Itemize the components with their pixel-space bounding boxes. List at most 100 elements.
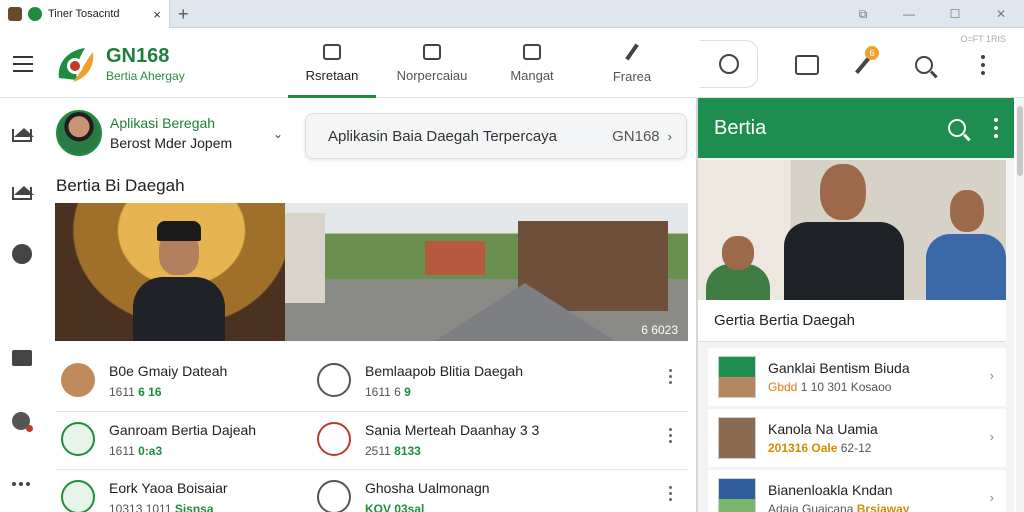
star-icon [317, 363, 351, 397]
news-list: B0e Gmaiy Dateah 1611 6 16 Bemlaapob Bli… [55, 353, 688, 512]
logo-mark-icon [28, 7, 42, 21]
search-bar[interactable]: Aplikasin Baia Daegah Terpercaya GN168 › [305, 113, 687, 159]
nav-label: Norpercaiau [396, 67, 468, 83]
rail-house-icon[interactable] [12, 180, 34, 200]
item-meta: 2511 8133 [365, 444, 421, 458]
more-button[interactable] [970, 52, 996, 78]
hero-code: 6 6023 [641, 323, 678, 337]
nav-item-home[interactable]: Rsretaan [282, 28, 382, 98]
tab-title: Tiner Tosacntd [48, 8, 120, 20]
corner-tag: O=FT 1RIS [960, 34, 1006, 44]
settings-button[interactable] [700, 40, 758, 88]
avatar-icon [61, 363, 95, 397]
restore-icon[interactable]: ⧉ [840, 0, 886, 28]
chevron-right-icon: › [989, 429, 994, 444]
edit-icon [423, 43, 441, 60]
app-header: GN168 Bertia Ahergay Rsretaan Norpercaia… [0, 28, 1024, 98]
chevron-right-icon: › [667, 128, 672, 144]
nav-item-messages[interactable]: Mangat [482, 28, 582, 98]
check-icon [61, 480, 95, 512]
rail-more-icon[interactable] [12, 474, 32, 494]
right-panel-header: Bertia [698, 98, 1014, 158]
list-item[interactable]: Bianenloakla Kndan Adaia Guaicana Brsjaw… [708, 470, 1006, 512]
featured-image [698, 160, 1006, 300]
list-row: Ganroam Bertia Dajeah 1611 0:a3 Sania Me… [55, 411, 688, 469]
maximize-icon[interactable]: ☐ [932, 0, 978, 28]
search-icon[interactable] [948, 119, 966, 137]
profile-block[interactable]: Aplikasi Beregah Berost Mder Jopem [56, 110, 232, 156]
browser-tab[interactable]: Tiner Tosacntd × [0, 0, 170, 28]
hero-banner[interactable]: 6 6023 [55, 203, 688, 341]
right-panel-title: Bertia [714, 116, 767, 139]
scrollbar[interactable] [1016, 98, 1024, 512]
list-item[interactable]: Ghosha Ualmonagn KOV 03sal [317, 480, 490, 512]
list-item[interactable]: B0e Gmaiy Dateah 1611 6 16 [61, 363, 227, 399]
nav-item-write[interactable]: Frarea [582, 28, 682, 98]
kebab-icon [981, 55, 985, 75]
chevron-right-icon: › [989, 368, 994, 383]
item-meta: 1611 0:a3 [109, 444, 163, 458]
nav-label: Frarea [612, 68, 652, 84]
list-item[interactable]: Kanola Na Uamia 201316 Oale 62-12 › [708, 409, 1006, 467]
list-item[interactable]: Ganklai Bentism Biuda Gbdd 1 10 301 Kosa… [708, 348, 1006, 406]
list-item[interactable]: Bemlaapob Blitia Daegah 1611 6 9 [317, 363, 523, 399]
profile-subtitle: Berost Mder Jopem [110, 135, 233, 151]
heart-icon [317, 422, 351, 456]
avatar [56, 110, 102, 156]
row-more-icon[interactable] [669, 486, 672, 501]
browser-titlebar: Tiner Tosacntd × + ⧉ — ☐ ✕ [0, 0, 1024, 28]
item-title: Kanola Na Uamia [768, 421, 878, 437]
nav-item-trusted[interactable]: Norpercaiau [382, 28, 482, 98]
new-tab-button[interactable]: + [178, 4, 189, 24]
featured-caption: Gertia Bertia Daegah [698, 300, 1006, 342]
scrollbar-thumb[interactable] [1017, 106, 1023, 176]
item-title: Bianenloakla Kndan [768, 482, 893, 498]
list-row: Eork Yaoa Boisaiar 10313 1011 Sisnsa Gho… [55, 469, 688, 512]
notification-badge: 6 [865, 46, 879, 60]
mail-icon [523, 43, 541, 60]
search-code: GN168 [612, 127, 660, 145]
app-logo [58, 48, 94, 82]
item-meta: 10313 1011 Sisnsa [109, 502, 214, 512]
item-title: Ganroam Bertia Dajeah [109, 422, 257, 438]
item-meta: Gbdd 1 10 301 Kosaoo [768, 380, 892, 394]
list-item[interactable]: Eork Yaoa Boisaiar 10313 1011 Sisnsa [61, 480, 228, 512]
search-button[interactable] [911, 52, 937, 78]
chevron-down-icon[interactable]: ⌄ [273, 127, 283, 141]
notifications-button[interactable]: 6 [850, 46, 879, 78]
row-more-icon[interactable] [669, 428, 672, 443]
right-panel-list: Ganklai Bentism Biuda Gbdd 1 10 301 Kosa… [698, 348, 1014, 512]
nav-label: Mangat [510, 67, 554, 83]
rail-compass-icon[interactable] [12, 244, 32, 264]
featured-card[interactable]: Gertia Bertia Daegah [698, 160, 1006, 342]
close-window-icon[interactable]: ✕ [978, 0, 1024, 28]
document-button[interactable] [794, 52, 820, 78]
rail-alert-icon[interactable] [12, 412, 33, 432]
rail-home-icon[interactable] [12, 122, 34, 142]
window-controls: ⧉ — ☐ ✕ [840, 0, 1024, 28]
kebab-icon[interactable] [994, 118, 998, 138]
item-title: B0e Gmaiy Dateah [109, 363, 228, 379]
minimize-icon[interactable]: — [886, 0, 932, 28]
list-item[interactable]: Ganroam Bertia Dajeah 1611 0:a3 [61, 422, 256, 458]
section-title: Bertia Bi Daegah [56, 176, 185, 195]
document-icon [795, 55, 819, 75]
main-nav: Rsretaan Norpercaiau Mangat Frarea [282, 28, 682, 98]
gear-icon [718, 54, 739, 74]
profile-name: Aplikasi Beregah [110, 115, 216, 131]
row-more-icon[interactable] [669, 369, 672, 384]
brand-subtitle: Bertia Ahergay [106, 69, 185, 83]
menu-icon[interactable] [13, 56, 33, 77]
tab-close-icon[interactable]: × [153, 7, 161, 22]
rail-inbox-icon[interactable] [12, 348, 32, 368]
list-item[interactable]: Sania Merteah Daanhay 3 3 2511 8133 [317, 422, 539, 458]
left-rail [0, 98, 46, 512]
item-meta: 201316 Oale 62-12 [768, 441, 872, 455]
thumbnail [718, 356, 756, 398]
nav-label: Rsretaan [305, 67, 359, 83]
thumbnail [718, 478, 756, 512]
thumbnail [718, 417, 756, 459]
user-icon [61, 422, 95, 456]
item-title: Ganklai Bentism Biuda [768, 360, 910, 376]
home-icon [323, 43, 341, 60]
